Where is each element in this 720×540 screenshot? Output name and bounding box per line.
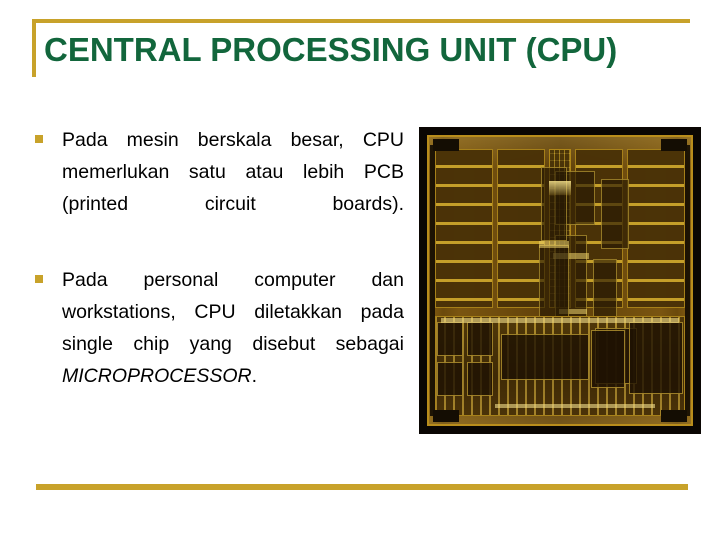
bullet-text-plain: Pada personal computer dan workstations,… <box>62 269 404 355</box>
bullet-text: Pada mesin berskala besar, CPU memerluka… <box>62 124 404 252</box>
bullet-text-plain: Pada mesin berskala besar, CPU memerluka… <box>62 129 404 215</box>
list-item: Pada mesin berskala besar, CPU memerluka… <box>30 124 404 252</box>
square-bullet-icon <box>35 275 43 283</box>
die-memory-bank <box>435 149 493 308</box>
die-bright-band <box>549 181 571 195</box>
die-corner-mark <box>433 410 459 422</box>
die-logic-core <box>539 149 629 331</box>
die-io-pad-region <box>435 316 685 416</box>
cpu-die-photograph <box>419 127 701 434</box>
slide-canvas: CENTRAL PROCESSING UNIT (CPU) Pada mesin… <box>0 0 720 540</box>
square-bullet-icon <box>35 135 43 143</box>
die-memory-bank <box>627 149 685 308</box>
bullet-text-emphasis: MICROPROCESSOR <box>62 365 252 387</box>
page-title: CENTRAL PROCESSING UNIT (CPU) <box>44 31 618 68</box>
footer-rule <box>36 484 688 490</box>
list-item: Pada personal computer dan workstations,… <box>30 264 404 424</box>
die-memory-bank <box>497 149 545 308</box>
die-corner-mark <box>661 139 687 151</box>
die-surface <box>427 135 693 426</box>
title-left-rule <box>32 19 36 77</box>
die-corner-mark <box>433 139 459 151</box>
bullet-text: Pada personal computer dan workstations,… <box>62 264 404 424</box>
body-content-column: Pada mesin berskala besar, CPU memerluka… <box>30 124 404 436</box>
bullet-text-trailing: . <box>251 365 258 387</box>
die-corner-mark <box>661 410 687 422</box>
title-top-rule <box>32 19 690 23</box>
die-seal-ring-right <box>685 145 690 416</box>
